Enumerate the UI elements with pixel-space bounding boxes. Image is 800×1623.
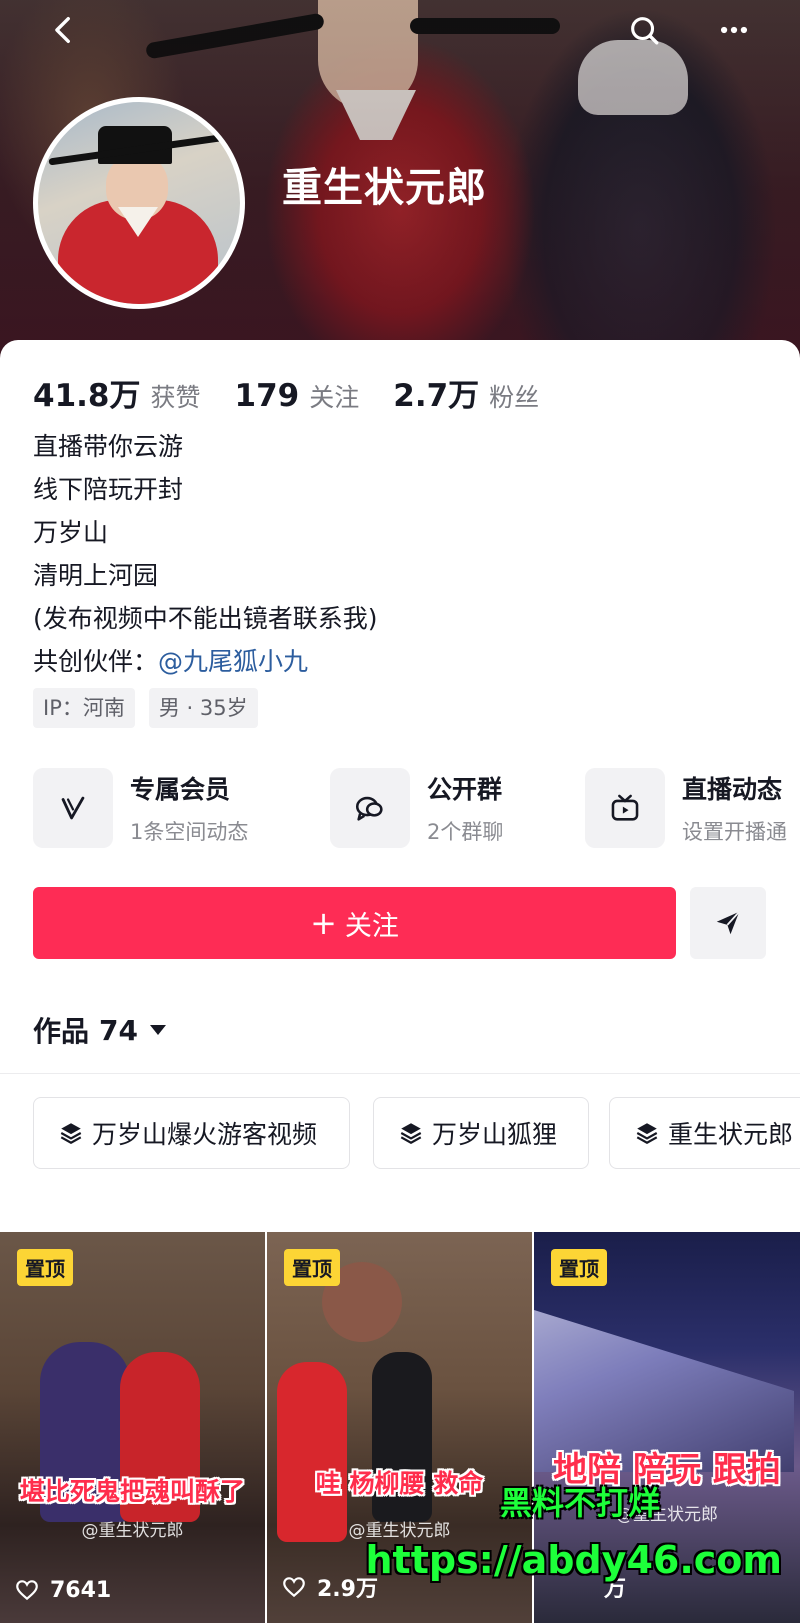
collection-label: 万岁山狐狸: [432, 1120, 558, 1149]
more-dots-icon: [720, 26, 748, 34]
plus-icon: +: [310, 904, 337, 942]
caret-down-icon: [149, 1025, 166, 1035]
bio-line: 万岁山: [33, 518, 109, 547]
feature-public-group[interactable]: 公开群 2个群聊: [330, 768, 503, 848]
follow-button[interactable]: + 关注: [33, 887, 676, 959]
collection-label: 万岁山爆火游客视频: [92, 1120, 318, 1149]
stat-label: 关注: [309, 383, 360, 412]
pinned-badge: 置顶: [17, 1249, 73, 1286]
bio: 直播带你云游 线下陪玩开封 万岁山 清明上河园 (发布视频中不能出镜者联系我) …: [33, 425, 378, 683]
chat-icon: [330, 768, 410, 848]
collection-chip[interactable]: 万岁山爆火游客视频: [33, 1097, 350, 1169]
send-message-button[interactable]: [690, 887, 766, 959]
partner-prefix: 共创伙伴：: [33, 647, 159, 676]
works-label: 作品: [33, 1015, 90, 1048]
layers-icon: [636, 1123, 658, 1144]
works-count: 74: [99, 1013, 138, 1047]
stat-value: 2.7万: [393, 378, 480, 414]
back-button[interactable]: [40, 6, 88, 54]
stat-value: 41.8万: [33, 378, 141, 414]
feature-title: 公开群: [427, 775, 503, 804]
works-tab[interactable]: 作品 74: [33, 1010, 166, 1050]
send-icon: [716, 911, 740, 935]
collection-label: 重生状元郎: [668, 1120, 794, 1149]
feature-row: 专属会员 1条空间动态 公开群 2个群聊 直播动态 设置开播通: [33, 768, 800, 852]
pinned-badge: 置顶: [551, 1249, 607, 1286]
feature-title: 专属会员: [130, 775, 231, 804]
bio-line: (发布视频中不能出镜者联系我): [33, 604, 378, 633]
feature-subtitle: 设置开播通: [682, 820, 787, 844]
stat-following[interactable]: 179 关注: [235, 378, 360, 414]
v-icon: [33, 768, 113, 848]
bio-line: 直播带你云游: [33, 432, 184, 461]
ip-location-tag: IP：河南: [33, 688, 135, 728]
feature-subtitle: 1条空间动态: [130, 820, 249, 844]
more-button[interactable]: [710, 6, 758, 54]
profile-card: 41.8万 获赞 179 关注 2.7万 粉丝 直播带你云游 线下陪玩开封 万岁…: [0, 340, 800, 1623]
pinned-badge: 置顶: [284, 1249, 340, 1286]
collections-row: 万岁山爆火游客视频 万岁山狐狸 重生状元郎: [33, 1097, 800, 1169]
feature-title: 直播动态: [682, 775, 783, 804]
divider: [0, 1073, 800, 1074]
stat-label: 粉丝: [489, 383, 540, 412]
nickname: 重生状元郎: [282, 165, 487, 211]
site-watermark-line2: https://abdy46.com: [365, 1538, 782, 1582]
gender-age-tag: 男 · 35岁: [148, 688, 258, 728]
bio-line: 清明上河园: [33, 561, 159, 590]
search-icon: [631, 17, 659, 45]
feature-membership[interactable]: 专属会员 1条空间动态: [33, 768, 248, 848]
tv-icon: [585, 768, 665, 848]
bio-partner-line: 共创伙伴：@九尾狐小九: [33, 640, 378, 683]
bio-line: 线下陪玩开封: [33, 475, 184, 504]
site-watermark-line1: 黑料不打烊: [499, 1484, 660, 1522]
stats-row: 41.8万 获赞 179 关注 2.7万 粉丝: [33, 370, 573, 415]
feature-live-updates[interactable]: 直播动态 设置开播通: [585, 768, 787, 848]
avatar[interactable]: [33, 97, 245, 309]
stat-followers[interactable]: 2.7万 粉丝: [393, 370, 539, 415]
back-arrow-icon: [55, 16, 70, 44]
collection-chip[interactable]: 万岁山狐狸: [373, 1097, 589, 1169]
layers-icon: [400, 1123, 422, 1144]
layers-icon: [60, 1123, 82, 1144]
stat-label: 获赞: [150, 383, 201, 412]
profile-tags: IP：河南 男 · 35岁: [33, 688, 272, 728]
stat-likes[interactable]: 41.8万 获赞: [33, 370, 201, 415]
feature-subtitle: 2个群聊: [427, 820, 504, 844]
partner-link[interactable]: @九尾狐小九: [158, 647, 308, 676]
collection-chip[interactable]: 重生状元郎: [609, 1097, 800, 1169]
follow-label: 关注: [344, 910, 399, 942]
stat-value: 179: [234, 378, 300, 414]
search-button[interactable]: [620, 6, 668, 54]
